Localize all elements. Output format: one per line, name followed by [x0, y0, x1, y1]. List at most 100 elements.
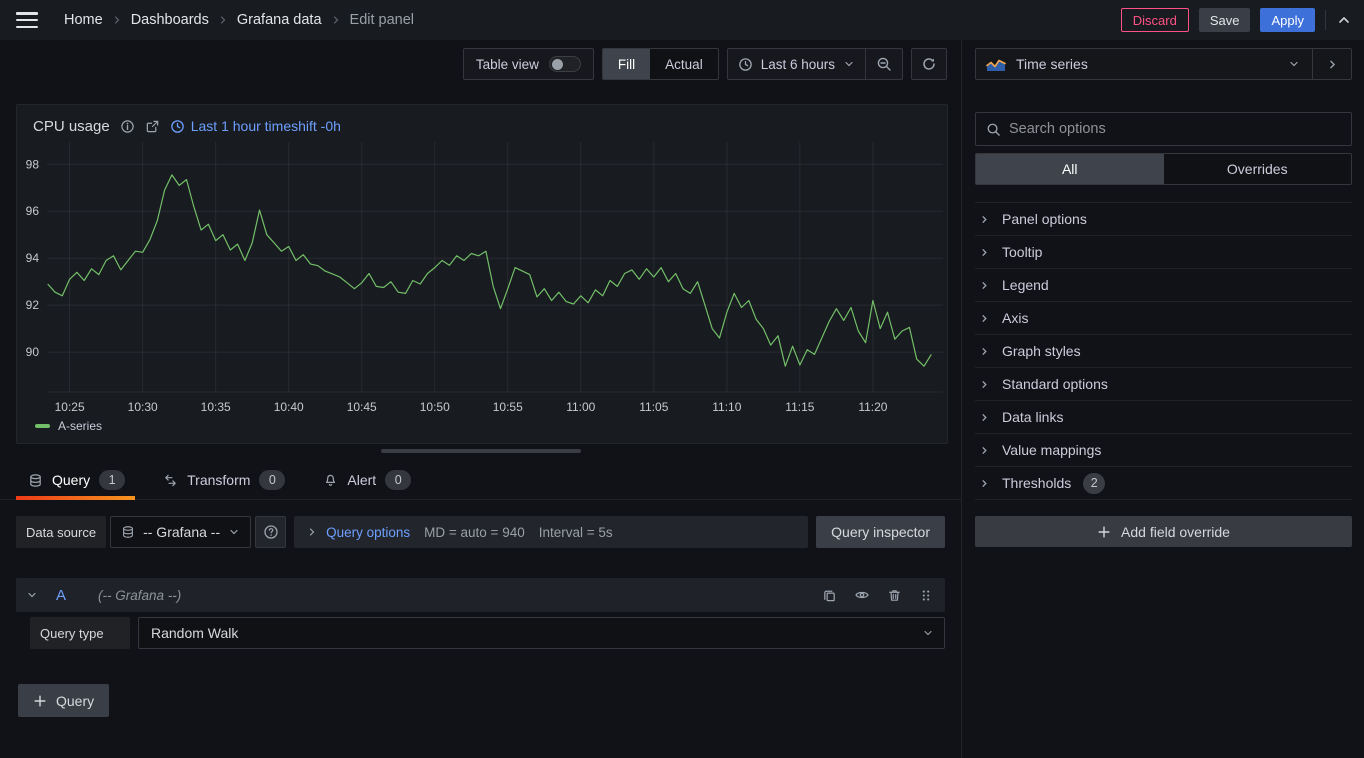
discard-button[interactable]: Discard [1121, 8, 1189, 32]
zoom-out-button[interactable] [866, 49, 902, 79]
tab-query[interactable]: Query 1 [16, 461, 135, 499]
svg-text:94: 94 [26, 251, 40, 265]
query-inspector-button[interactable]: Query inspector [816, 516, 945, 548]
display-mode-actual[interactable]: Actual [650, 49, 718, 79]
save-button[interactable]: Save [1199, 8, 1251, 32]
refresh-button[interactable] [911, 48, 947, 80]
options-list: Panel options Tooltip Legend Axis Graph … [975, 202, 1352, 500]
tab-alert[interactable]: Alert 0 [311, 461, 421, 499]
filter-all[interactable]: All [976, 154, 1164, 184]
chevron-right-icon [979, 280, 990, 291]
option-thresholds[interactable]: Thresholds 2 [975, 467, 1352, 500]
option-legend[interactable]: Legend [975, 269, 1352, 302]
chevron-right-icon [979, 379, 990, 390]
option-tooltip[interactable]: Tooltip [975, 236, 1352, 269]
query-type-value: Random Walk [151, 625, 238, 641]
apply-button[interactable]: Apply [1260, 8, 1315, 32]
query-type-row: Query type Random Walk [16, 617, 945, 649]
svg-text:92: 92 [26, 298, 40, 312]
add-field-override-button[interactable]: Add field override [975, 516, 1352, 547]
trash-icon[interactable] [887, 588, 902, 603]
breadcrumb-home[interactable]: Home [64, 12, 103, 28]
timeshift-link[interactable]: Last 1 hour timeshift -0h [170, 118, 341, 134]
tab-alert-count: 0 [385, 470, 411, 490]
chevron-down-icon[interactable] [26, 589, 38, 601]
search-input[interactable] [1009, 121, 1341, 137]
tab-query-label: Query [52, 472, 90, 488]
option-value-mappings[interactable]: Value mappings [975, 434, 1352, 467]
collapse-pane-button[interactable] [1312, 49, 1351, 79]
menu-icon[interactable] [16, 12, 38, 28]
options-filter-group: All Overrides [975, 153, 1352, 185]
drag-handle-icon[interactable] [919, 588, 933, 603]
add-query-button[interactable]: Query [18, 684, 109, 717]
time-range-label: Last 6 hours [761, 57, 835, 72]
eye-icon[interactable] [854, 587, 870, 603]
datasource-picker[interactable]: -- Grafana -- [110, 516, 251, 548]
option-data-links[interactable]: Data links [975, 401, 1352, 434]
svg-text:10:40: 10:40 [274, 400, 304, 414]
breadcrumb-dashboards[interactable]: Dashboards [131, 12, 209, 28]
svg-text:10:50: 10:50 [420, 400, 450, 414]
query-options-bar: Query options MD = auto = 940 Interval =… [294, 516, 808, 548]
panel-resize-handle[interactable] [381, 449, 581, 453]
legend-label: A-series [58, 419, 102, 433]
table-view-toggle[interactable] [549, 56, 581, 72]
display-mode-fill[interactable]: Fill [603, 49, 650, 79]
plus-icon [1097, 525, 1111, 539]
query-options-link[interactable]: Query options [306, 525, 410, 540]
filter-overrides[interactable]: Overrides [1164, 154, 1352, 184]
duplicate-icon[interactable] [822, 588, 837, 603]
datasource-label: Data source [16, 516, 106, 548]
time-range-group: Last 6 hours [727, 48, 903, 80]
table-view-control: Table view [463, 48, 594, 80]
svg-text:90: 90 [26, 345, 40, 359]
clock-icon [170, 119, 185, 134]
tab-transform[interactable]: Transform 0 [151, 461, 295, 499]
tab-transform-count: 0 [259, 470, 285, 490]
option-axis[interactable]: Axis [975, 302, 1352, 335]
datasource-row: Data source -- Grafana -- Query options … [16, 516, 945, 548]
chevron-down-icon [228, 526, 240, 538]
svg-text:96: 96 [26, 204, 40, 218]
options-sidebar: Time series All Overrides Panel options [962, 40, 1364, 758]
cpu-usage-panel: CPU usage Last 1 hour timeshift -0h 9092… [16, 104, 948, 444]
external-link-icon[interactable] [145, 119, 160, 134]
option-graph-styles[interactable]: Graph styles [975, 335, 1352, 368]
panel-toolbar: Table view Fill Actual Last 6 hours [0, 40, 961, 88]
cpu-usage-chart[interactable]: 909294969810:2510:3010:3510:4010:4510:50… [25, 140, 946, 416]
database-icon [28, 473, 43, 488]
option-panel-options[interactable]: Panel options [975, 203, 1352, 236]
svg-text:11:20: 11:20 [858, 400, 887, 414]
plus-icon [33, 694, 47, 708]
option-standard-options[interactable]: Standard options [975, 368, 1352, 401]
query-row-actions [822, 587, 933, 603]
display-mode-group: Fill Actual [602, 48, 719, 80]
svg-text:10:30: 10:30 [128, 400, 158, 414]
query-type-label: Query type [30, 617, 130, 649]
query-type-select[interactable]: Random Walk [138, 617, 945, 649]
tab-query-count: 1 [99, 470, 125, 490]
info-icon[interactable] [120, 119, 135, 134]
chevron-right-icon [306, 526, 318, 538]
query-row-a[interactable]: A (-- Grafana --) [16, 578, 945, 612]
visualization-select[interactable]: Time series [976, 56, 1276, 72]
main-pane: Table view Fill Actual Last 6 hours [0, 40, 962, 758]
svg-text:10:45: 10:45 [347, 400, 377, 414]
thresholds-count-badge: 2 [1083, 473, 1105, 494]
query-editor: Data source -- Grafana -- Query options … [0, 500, 961, 717]
chevron-down-icon[interactable] [1276, 58, 1312, 70]
chevron-right-icon [979, 247, 990, 258]
chevron-up-icon[interactable] [1336, 12, 1352, 28]
datasource-help-button[interactable] [255, 516, 286, 548]
chevron-right-icon [979, 313, 990, 324]
refresh-icon [921, 56, 937, 72]
svg-text:11:00: 11:00 [566, 400, 595, 414]
chevron-right-icon [979, 478, 990, 489]
chevron-right-icon [111, 14, 123, 26]
svg-text:10:25: 10:25 [55, 400, 85, 414]
legend-item-a-series[interactable]: A-series [25, 416, 939, 436]
top-nav: Home Dashboards Grafana data Edit panel … [0, 0, 1364, 40]
breadcrumb-dashboard-name[interactable]: Grafana data [237, 12, 322, 28]
time-range-picker[interactable]: Last 6 hours [728, 49, 865, 79]
